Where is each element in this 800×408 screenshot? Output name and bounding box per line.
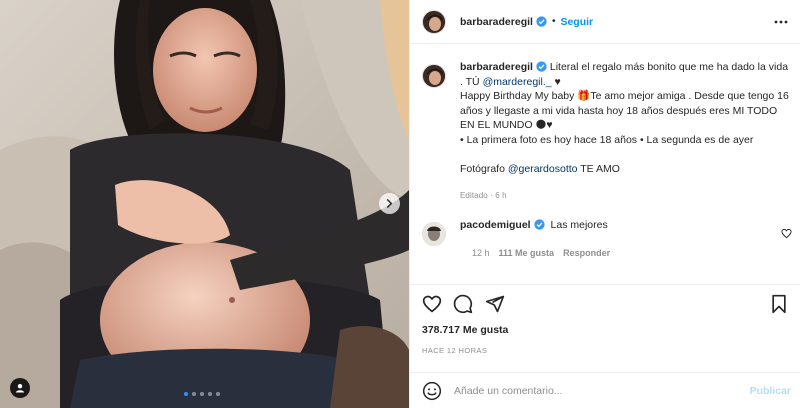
mention-link[interactable]: @marderegil._: [483, 76, 552, 88]
verified-icon: [536, 61, 547, 72]
post-image[interactable]: [0, 0, 409, 408]
carousel-dot: [200, 392, 204, 396]
share-icon[interactable]: [485, 294, 505, 314]
verified-icon: [533, 219, 545, 230]
carousel-dot: [192, 392, 196, 396]
comment-text: Las mejores: [550, 219, 608, 231]
carousel-dot: [184, 392, 188, 396]
edited-timestamp: Editado · 6 h: [460, 190, 507, 200]
caption-author[interactable]: barbaraderegil: [460, 61, 533, 73]
photo-illustration: [0, 0, 409, 408]
likes-count[interactable]: 378.717 Me gusta: [422, 324, 508, 336]
post-header: barbaraderegil • Seguir: [410, 0, 800, 44]
comment-icon[interactable]: [453, 294, 473, 314]
more-options-button[interactable]: [773, 14, 789, 30]
author-username[interactable]: barbaraderegil: [460, 16, 533, 28]
more-icon: [774, 20, 788, 24]
post-panel: barbaraderegil • Seguir barbaraderegil L…: [409, 0, 800, 408]
carousel-dot: [216, 392, 220, 396]
photographer-prefix: Fotógrafo: [460, 163, 508, 176]
next-arrow-icon: [386, 199, 393, 208]
comment-item: pacodemiguel Las mejores 12 h 111 Me gus…: [422, 218, 792, 258]
user-tag-icon: [16, 384, 24, 393]
user-tag-button[interactable]: [10, 378, 30, 398]
publish-button[interactable]: Publicar: [750, 385, 791, 397]
comment-heart-icon[interactable]: [781, 228, 792, 239]
separator: •: [551, 16, 556, 27]
comment-body: pacodemiguel Las mejores: [460, 218, 608, 246]
carousel-dot: [208, 392, 212, 396]
comment-input[interactable]: [454, 385, 734, 397]
next-button[interactable]: [379, 193, 400, 214]
mention-link[interactable]: @gerardosotto: [508, 163, 578, 175]
post-time[interactable]: HACE 12 HORAS: [422, 346, 487, 355]
caption-author-avatar[interactable]: [422, 64, 446, 88]
comment-age: 12 h: [472, 248, 490, 258]
photographer-suffix: TE AMO: [577, 163, 620, 176]
caption-text: barbaraderegil Literal el regalo más bon…: [460, 60, 790, 203]
commenter-username[interactable]: pacodemiguel: [460, 219, 531, 231]
follow-button[interactable]: Seguir: [560, 16, 593, 28]
caption-heart: ♥: [551, 75, 561, 88]
comment-meta: 12 h 111 Me gusta Responder: [472, 248, 610, 258]
reply-button[interactable]: Responder: [563, 248, 610, 258]
carousel-dots: [184, 392, 220, 396]
verified-icon: [536, 16, 547, 27]
bookmark-icon[interactable]: [769, 294, 789, 314]
post-caption: barbaraderegil Literal el regalo más bon…: [422, 60, 792, 203]
author-avatar[interactable]: [422, 9, 446, 34]
comment-likes[interactable]: 111 Me gusta: [499, 248, 555, 258]
emoji-icon[interactable]: [422, 381, 442, 401]
commenter-avatar[interactable]: [422, 222, 446, 246]
comment-composer: Publicar: [410, 372, 800, 408]
caption-line-2: Happy Birthday My baby 🎁Te amo mejor ami…: [460, 90, 789, 132]
actions-section: 378.717 Me gusta HACE 12 HORAS Publicar: [410, 284, 800, 408]
heart-icon[interactable]: [422, 294, 442, 314]
caption-line-3: • La primera foto es hoy hace 18 años • …: [460, 133, 754, 146]
